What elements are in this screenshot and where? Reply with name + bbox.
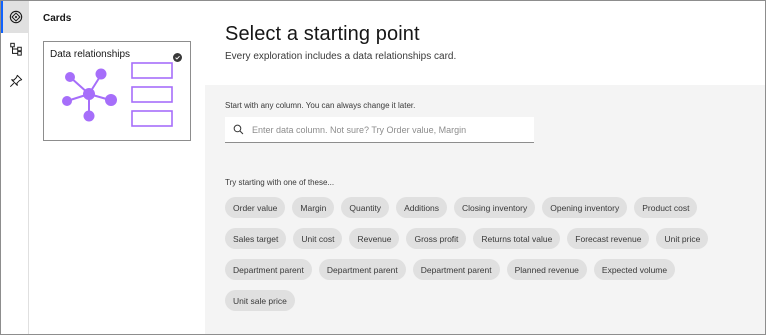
page-subtitle: Every exploration includes a data relati… — [225, 51, 457, 62]
data-relationships-card[interactable]: Data relationships — [43, 41, 191, 141]
suggestion-tag[interactable]: Department parent — [318, 259, 406, 280]
hierarchy-icon — [9, 42, 22, 56]
pin-icon — [9, 74, 22, 88]
suggestion-tag[interactable]: Returns total value — [473, 228, 561, 249]
pin-rail-button[interactable] — [1, 65, 28, 97]
app-window: Cards Data relationships Select a starti… — [0, 0, 766, 335]
suggestion-tag[interactable]: Expected volume — [593, 259, 676, 280]
suggestion-tag[interactable]: Forecast revenue — [567, 228, 650, 249]
suggestion-tag[interactable]: Opening inventory — [542, 197, 628, 218]
suggestion-tag[interactable]: Unit price — [656, 228, 709, 249]
suggestion-tag[interactable]: Unit cost — [293, 228, 343, 249]
suggestion-tag[interactable]: Product cost — [634, 197, 698, 218]
explore-icon — [9, 10, 22, 24]
main-body: Start with any column. You can always ch… — [205, 85, 765, 334]
explore-rail-button[interactable] — [1, 1, 28, 33]
column-search-input[interactable] — [252, 124, 522, 135]
suggestion-tag[interactable]: Revenue — [349, 228, 400, 249]
start-label: Start with any column. You can always ch… — [225, 101, 416, 110]
suggestion-tag[interactable]: Order value — [225, 197, 286, 218]
relationship-graph-icon — [62, 62, 173, 127]
main-content: Select a starting point Every exploratio… — [205, 1, 765, 334]
suggestion-tag[interactable]: Gross profit — [406, 228, 467, 249]
suggestion-tag[interactable]: Department parent — [412, 259, 500, 280]
suggestion-tag[interactable]: Additions — [396, 197, 448, 218]
suggestion-tag[interactable]: Closing inventory — [454, 197, 536, 218]
page-title: Select a starting point — [225, 23, 420, 45]
cards-panel: Cards Data relationships — [29, 1, 205, 334]
try-label: Try starting with one of these... — [225, 178, 335, 187]
search-box[interactable] — [225, 117, 534, 143]
left-icon-rail — [1, 1, 29, 334]
suggestion-tag[interactable]: Department parent — [225, 259, 312, 280]
suggestion-tag[interactable]: Margin — [292, 197, 335, 218]
suggestion-tags: Order value Margin Quantity Additions Closin… — [225, 197, 745, 311]
main-header: Select a starting point Every exploratio… — [205, 1, 765, 85]
suggestion-tag[interactable]: Sales target — [225, 228, 287, 249]
search-icon — [233, 124, 244, 135]
suggestion-tag[interactable]: Planned revenue — [506, 259, 587, 280]
cards-panel-title: Cards — [43, 13, 72, 24]
hierarchy-rail-button[interactable] — [1, 33, 28, 65]
suggestion-tag[interactable]: Quantity — [341, 197, 390, 218]
suggestion-tag[interactable]: Unit sale price — [225, 290, 295, 311]
